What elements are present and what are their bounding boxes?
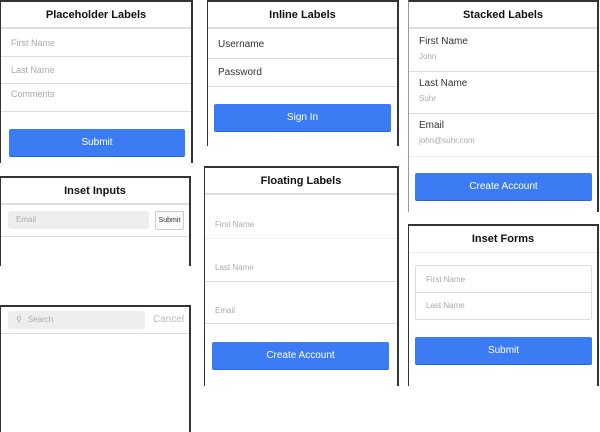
sign-in-button[interactable]: Sign In bbox=[214, 104, 391, 132]
last-name-input[interactable]: Last Name bbox=[416, 293, 591, 319]
create-account-button[interactable]: Create Account bbox=[212, 342, 389, 370]
inset-forms-panel: Inset Forms First Name Last Name Submit bbox=[408, 224, 599, 386]
panel-title: Placeholder Labels bbox=[1, 2, 191, 29]
stacked-labels-panel: Stacked Labels First Name John Last Name… bbox=[408, 0, 599, 212]
field-label: Last Name bbox=[419, 78, 468, 89]
inset-form-group: First Name Last Name bbox=[415, 265, 592, 320]
field-value: john@suhr.com bbox=[419, 136, 475, 145]
inset-inputs-panel: Inset Inputs Email Submit bbox=[0, 176, 191, 266]
first-name-input[interactable]: First Name bbox=[1, 30, 191, 57]
last-name-input[interactable]: Last Name bbox=[205, 239, 397, 282]
create-account-button[interactable]: Create Account bbox=[415, 173, 592, 201]
field-label: Email bbox=[419, 120, 445, 131]
inline-labels-panel: Inline Labels Username Password Sign In bbox=[207, 0, 399, 146]
email-input[interactable]: Email bbox=[8, 211, 149, 229]
search-icon: ⚲ bbox=[16, 315, 22, 324]
password-field[interactable]: Password bbox=[208, 59, 397, 87]
submit-button[interactable]: Submit bbox=[155, 211, 184, 230]
email-input[interactable]: Email bbox=[205, 282, 397, 324]
inset-input-row: Email Submit bbox=[1, 206, 189, 237]
search-placeholder: Search bbox=[27, 315, 54, 324]
username-field[interactable]: Username bbox=[208, 30, 397, 59]
search-input[interactable]: ⚲ Search bbox=[8, 311, 145, 329]
email-field[interactable]: Email john@suhr.com bbox=[409, 114, 597, 157]
comments-textarea[interactable]: Comments bbox=[1, 84, 191, 112]
first-name-field[interactable]: First Name John bbox=[409, 30, 597, 72]
panel-title: Stacked Labels bbox=[409, 2, 597, 29]
panel-title: Inset Forms bbox=[409, 226, 597, 253]
floating-labels-panel: Floating Labels First Name Last Name Ema… bbox=[204, 166, 399, 386]
search-panel: ⚲ Search Cancel bbox=[0, 305, 191, 432]
field-value: Suhr bbox=[419, 94, 436, 103]
submit-button[interactable]: Submit bbox=[9, 129, 185, 157]
last-name-input[interactable]: Last Name bbox=[1, 57, 191, 84]
last-name-field[interactable]: Last Name Suhr bbox=[409, 72, 597, 114]
submit-button[interactable]: Submit bbox=[415, 337, 592, 365]
cancel-button[interactable]: Cancel bbox=[153, 311, 184, 329]
panel-title: Inset Inputs bbox=[1, 178, 189, 205]
panel-title: Inline Labels bbox=[208, 2, 397, 29]
search-bar: ⚲ Search Cancel bbox=[1, 307, 189, 334]
field-value: John bbox=[419, 52, 437, 61]
panel-title: Floating Labels bbox=[205, 168, 397, 195]
first-name-input[interactable]: First Name bbox=[416, 266, 591, 293]
first-name-input[interactable]: First Name bbox=[205, 196, 397, 239]
field-label: First Name bbox=[419, 36, 468, 47]
placeholder-labels-panel: Placeholder Labels First Name Last Name … bbox=[0, 0, 193, 163]
